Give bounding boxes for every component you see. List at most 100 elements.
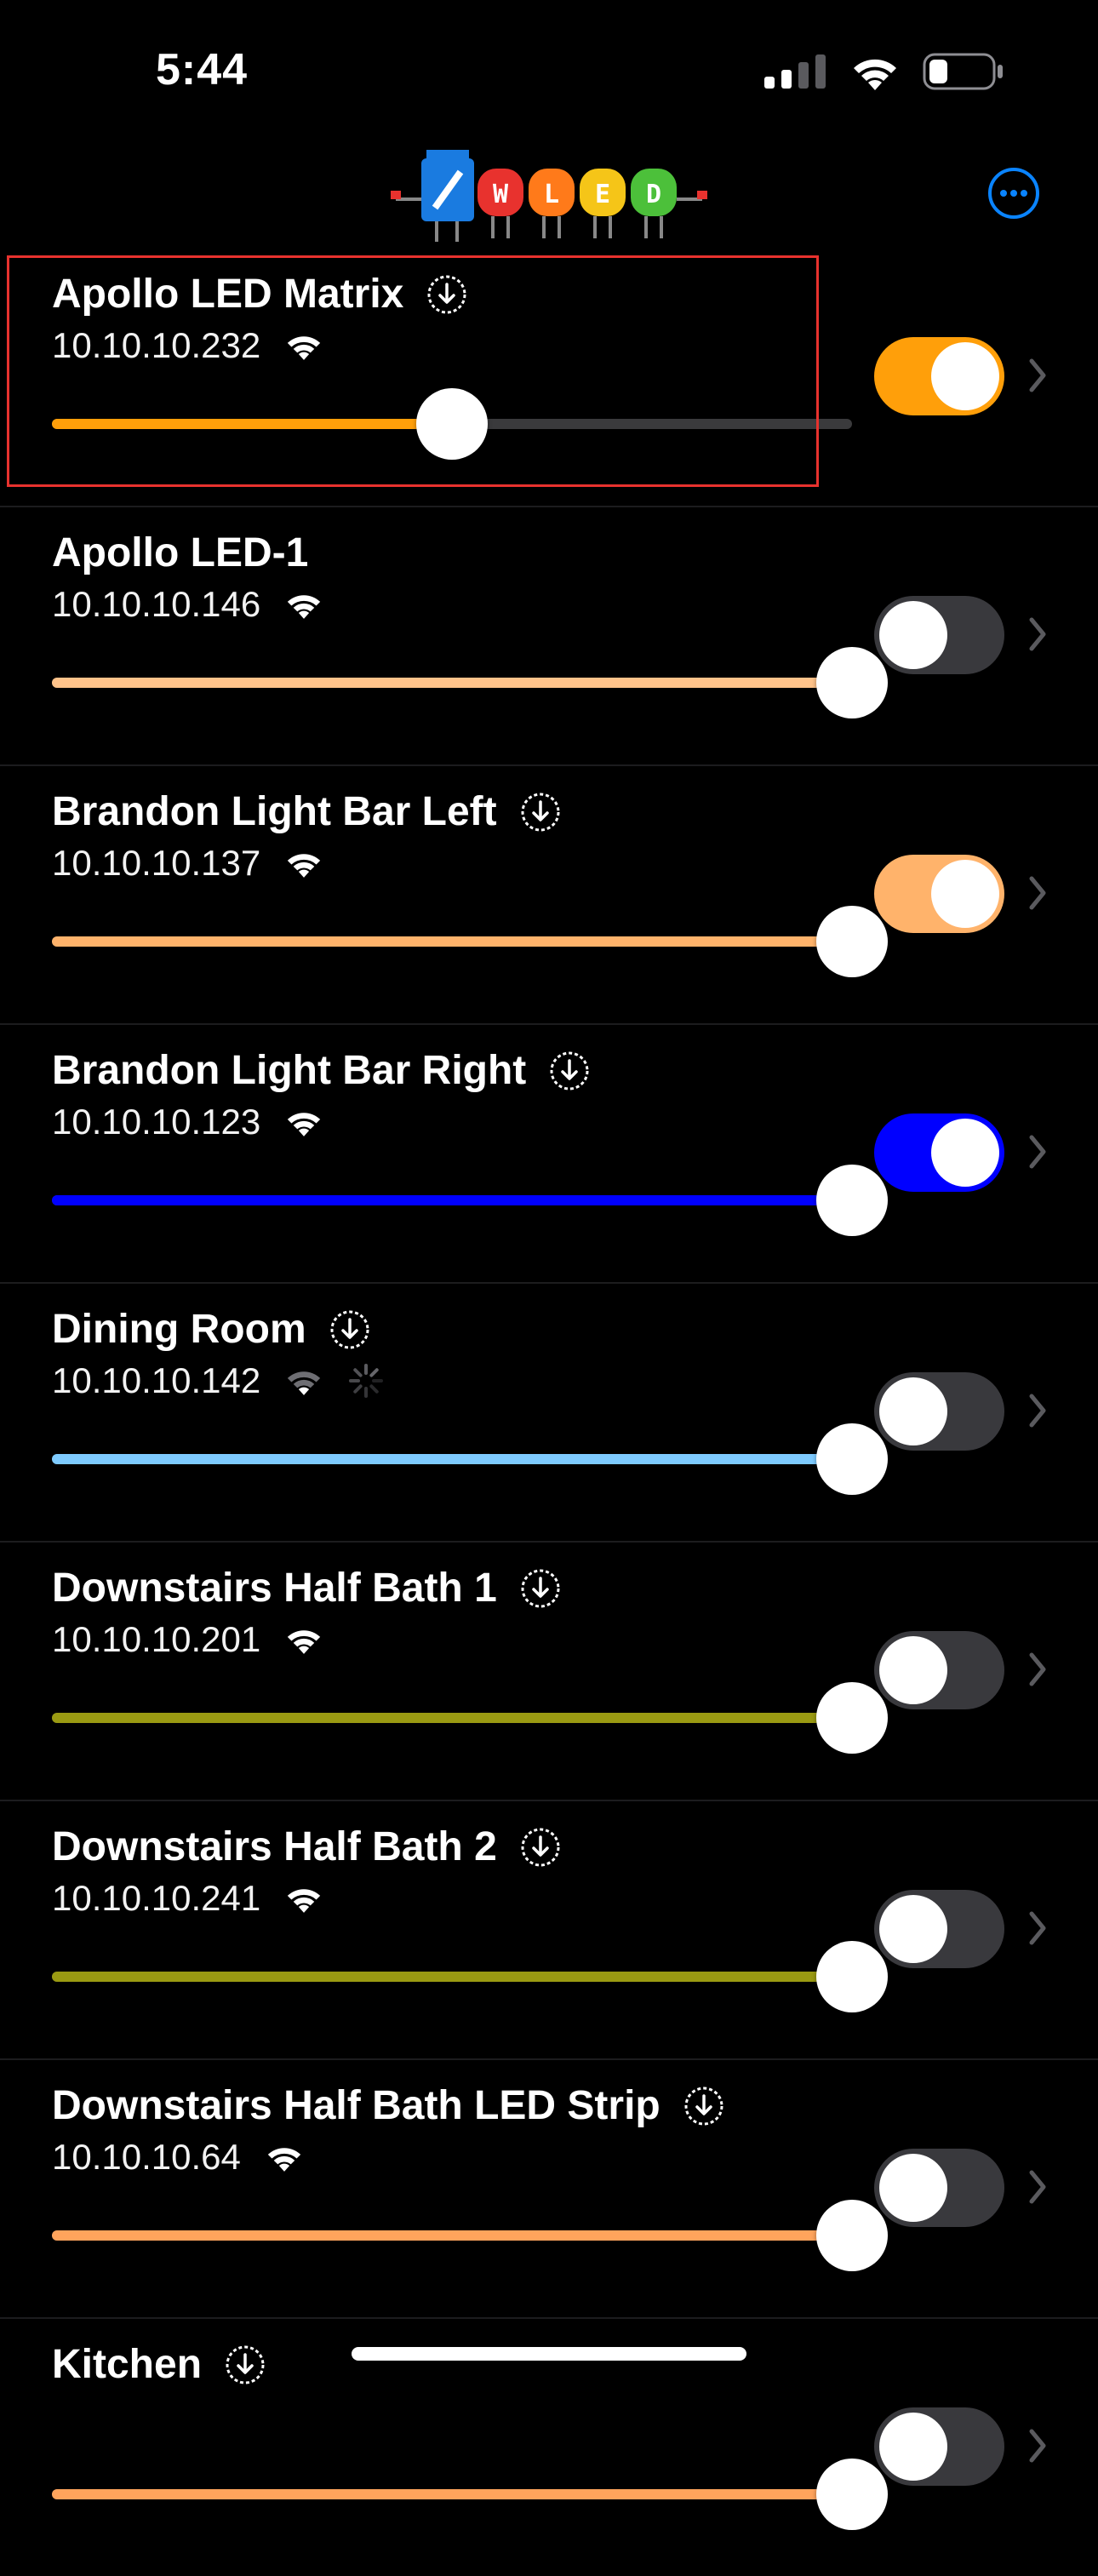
toggle-knob — [879, 2413, 947, 2481]
device-name: Brandon Light Bar Left — [52, 789, 497, 834]
power-toggle[interactable] — [874, 2149, 1004, 2227]
device-title: Downstairs Half Bath 1 — [52, 1565, 562, 1611]
brightness-slider[interactable] — [52, 1941, 888, 2012]
status-time: 5:44 — [156, 45, 249, 94]
device-row[interactable]: Apollo LED Matrix 10.10.10.232 — [0, 249, 1098, 506]
brightness-fill — [52, 1195, 852, 1205]
brightness-thumb[interactable] — [816, 1941, 888, 2012]
toggle-knob — [879, 1895, 947, 1963]
update-available-icon[interactable] — [519, 1826, 562, 1869]
device-name: Downstairs Half Bath 1 — [52, 1566, 497, 1611]
brightness-thumb[interactable] — [816, 2200, 888, 2271]
power-toggle[interactable] — [874, 596, 1004, 674]
device-name: Dining Room — [52, 1307, 306, 1352]
device-subtitle: 10.10.10.241 — [52, 1878, 323, 1919]
brightness-thumb[interactable] — [816, 1165, 888, 1236]
chevron-right-icon[interactable] — [1025, 1907, 1050, 1949]
wifi-signal-icon — [267, 2148, 301, 2172]
brightness-thumb[interactable] — [816, 647, 888, 718]
wifi-signal-icon — [288, 1113, 321, 1136]
device-ip: 10.10.10.137 — [52, 843, 261, 883]
wifi-signal-icon — [288, 854, 321, 878]
device-ip: 10.10.10.142 — [52, 1360, 261, 1400]
wifi-signal-icon — [288, 595, 321, 619]
update-available-icon[interactable] — [683, 2085, 725, 2127]
more-options-button[interactable] — [987, 167, 1040, 220]
device-ip: 10.10.10.64 — [52, 2137, 241, 2177]
brightness-thumb[interactable] — [816, 1682, 888, 1754]
device-ip: 10.10.10.241 — [52, 1878, 261, 1918]
brightness-fill — [52, 936, 852, 947]
brightness-slider[interactable] — [52, 647, 888, 718]
device-ip: 10.10.10.146 — [52, 584, 261, 624]
device-row[interactable]: Downstairs Half Bath LED Strip 10.10.10.… — [0, 2058, 1098, 2317]
brightness-slider[interactable] — [52, 2200, 888, 2271]
device-row[interactable]: Brandon Light Bar Right 10.10.10.123 — [0, 1023, 1098, 1282]
update-available-icon[interactable] — [426, 273, 468, 316]
chevron-right-icon[interactable] — [1025, 1389, 1050, 1432]
brightness-slider[interactable] — [52, 906, 888, 977]
brightness-thumb[interactable] — [816, 906, 888, 977]
update-available-icon[interactable] — [329, 1308, 371, 1351]
toggle-knob — [931, 860, 999, 928]
device-ip: 10.10.10.123 — [52, 1102, 261, 1142]
device-subtitle: 10.10.10.142 — [52, 1360, 385, 1401]
device-name: Apollo LED Matrix — [52, 272, 404, 317]
update-available-icon[interactable] — [548, 1050, 591, 1092]
device-row[interactable]: Downstairs Half Bath 1 10.10.10.201 — [0, 1541, 1098, 1800]
device-row[interactable]: Downstairs Half Bath 2 10.10.10.241 — [0, 1800, 1098, 2058]
device-row[interactable]: Apollo LED-1 10.10.10.146 — [0, 506, 1098, 764]
battery-icon — [923, 53, 1003, 90]
brightness-thumb[interactable] — [816, 1423, 888, 1495]
device-ip: 10.10.10.232 — [52, 325, 261, 365]
device-name: Brandon Light Bar Right — [52, 1048, 527, 1093]
power-toggle[interactable] — [874, 855, 1004, 933]
chevron-right-icon[interactable] — [1025, 2166, 1050, 2208]
chevron-right-icon[interactable] — [1025, 1131, 1050, 1173]
logo-letter-e: E — [595, 180, 610, 209]
device-title: Kitchen — [52, 2341, 266, 2388]
loading-spinner-icon — [349, 1364, 384, 1398]
chevron-right-icon[interactable] — [1025, 872, 1050, 914]
update-available-icon[interactable] — [224, 2344, 266, 2386]
brightness-slider[interactable] — [52, 1423, 888, 1495]
power-toggle[interactable] — [874, 2407, 1004, 2486]
chevron-right-icon[interactable] — [1025, 354, 1050, 397]
brightness-slider[interactable] — [52, 1165, 888, 1236]
device-list: Apollo LED Matrix 10.10.10.232 Apollo LE… — [0, 249, 1098, 2576]
device-subtitle: 10.10.10.146 — [52, 584, 323, 625]
device-row[interactable]: Brandon Light Bar Left 10.10.10.137 — [0, 764, 1098, 1023]
toggle-knob — [931, 1119, 999, 1187]
device-title: Apollo LED Matrix — [52, 271, 468, 318]
brightness-fill — [52, 1454, 852, 1464]
device-row[interactable]: Dining Room 10.10.10.142 — [0, 1282, 1098, 1541]
wifi-signal-icon — [288, 1630, 321, 1654]
toggle-knob — [931, 342, 999, 410]
brightness-thumb[interactable] — [816, 2459, 888, 2530]
update-available-icon[interactable] — [519, 1567, 562, 1610]
power-toggle[interactable] — [874, 1113, 1004, 1192]
chevron-right-icon[interactable] — [1025, 613, 1050, 655]
device-subtitle: 10.10.10.201 — [52, 1619, 323, 1660]
brightness-thumb[interactable] — [416, 388, 488, 460]
wifi-signal-icon — [288, 336, 321, 360]
chevron-right-icon[interactable] — [1025, 1648, 1050, 1691]
power-toggle[interactable] — [874, 337, 1004, 415]
wifi-status-icon — [854, 59, 896, 90]
power-toggle[interactable] — [874, 1372, 1004, 1451]
device-title: Dining Room — [52, 1306, 371, 1353]
home-indicator[interactable] — [352, 2347, 746, 2361]
chevron-right-icon[interactable] — [1025, 2424, 1050, 2467]
power-toggle[interactable] — [874, 1631, 1004, 1709]
brightness-slider[interactable] — [52, 1682, 888, 1754]
power-toggle[interactable] — [874, 1890, 1004, 1968]
update-available-icon[interactable] — [519, 791, 562, 833]
device-title: Downstairs Half Bath 2 — [52, 1823, 562, 1870]
device-title: Brandon Light Bar Left — [52, 788, 562, 835]
brightness-slider[interactable] — [52, 388, 852, 460]
device-name: Downstairs Half Bath 2 — [52, 1824, 497, 1869]
logo-letter-w: W — [493, 180, 509, 209]
device-name: Downstairs Half Bath LED Strip — [52, 2083, 661, 2128]
wled-logo: W L E D — [391, 150, 707, 242]
brightness-slider[interactable] — [52, 2459, 888, 2530]
